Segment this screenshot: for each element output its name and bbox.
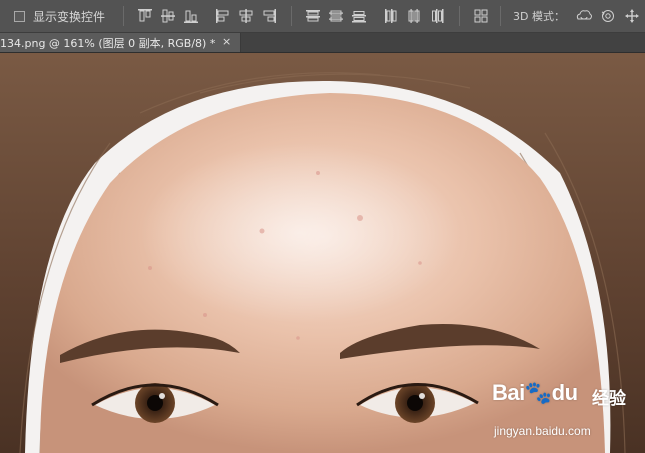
baidu-brand: 经验 — [592, 389, 626, 409]
separator — [123, 6, 124, 26]
document-tab-title: 134.png @ 161% (图层 0 副本, RGB/8) * — [0, 36, 216, 50]
align-vertical-centers-icon[interactable] — [160, 8, 176, 24]
show-transform-controls-label: 显示变换控件 — [33, 9, 106, 24]
document-tab-bar: 134.png @ 161% (图层 0 副本, RGB/8) * × — [0, 33, 645, 53]
3d-pan-icon[interactable] — [624, 8, 640, 24]
show-transform-controls-checkbox[interactable] — [14, 10, 25, 22]
auto-align-layers-icon[interactable] — [473, 8, 489, 24]
align-left-edges-icon[interactable] — [215, 8, 231, 24]
baidu-logo: Bai🐾du — [492, 380, 578, 405]
separator — [500, 6, 501, 26]
separator — [459, 6, 460, 26]
distribute-right-icon[interactable] — [429, 8, 445, 24]
document-tab[interactable]: 134.png @ 161% (图层 0 副本, RGB/8) * × — [0, 33, 241, 52]
distribute-hcenter-icon[interactable] — [406, 8, 422, 24]
show-transform-controls[interactable]: 显示变换控件 — [14, 8, 105, 24]
align-top-edges-icon[interactable] — [137, 8, 153, 24]
distribute-vcenter-icon[interactable] — [328, 8, 344, 24]
close-icon[interactable]: × — [222, 35, 231, 48]
align-bottom-edges-icon[interactable] — [183, 8, 199, 24]
3d-rotate-icon[interactable] — [575, 8, 592, 24]
options-bar: 显示变换控件 3D 模式： — [0, 0, 645, 33]
distribute-bottom-icon[interactable] — [351, 8, 367, 24]
photoshop-window: 显示变换控件 3D 模式： 134.png @ 161% (图层 0 副本, R… — [0, 0, 645, 453]
3d-roll-icon[interactable] — [600, 8, 616, 24]
document-canvas[interactable]: Bai🐾du 经验 jingyan.baidu.com — [0, 53, 645, 453]
distribute-left-icon[interactable] — [383, 8, 399, 24]
3d-mode-label: 3D 模式： — [513, 10, 565, 23]
separator — [291, 6, 292, 26]
distribute-top-icon[interactable] — [305, 8, 321, 24]
align-right-edges-icon[interactable] — [261, 8, 277, 24]
baidu-url: jingyan.baidu.com — [494, 424, 591, 438]
align-horizontal-centers-icon[interactable] — [238, 8, 254, 24]
